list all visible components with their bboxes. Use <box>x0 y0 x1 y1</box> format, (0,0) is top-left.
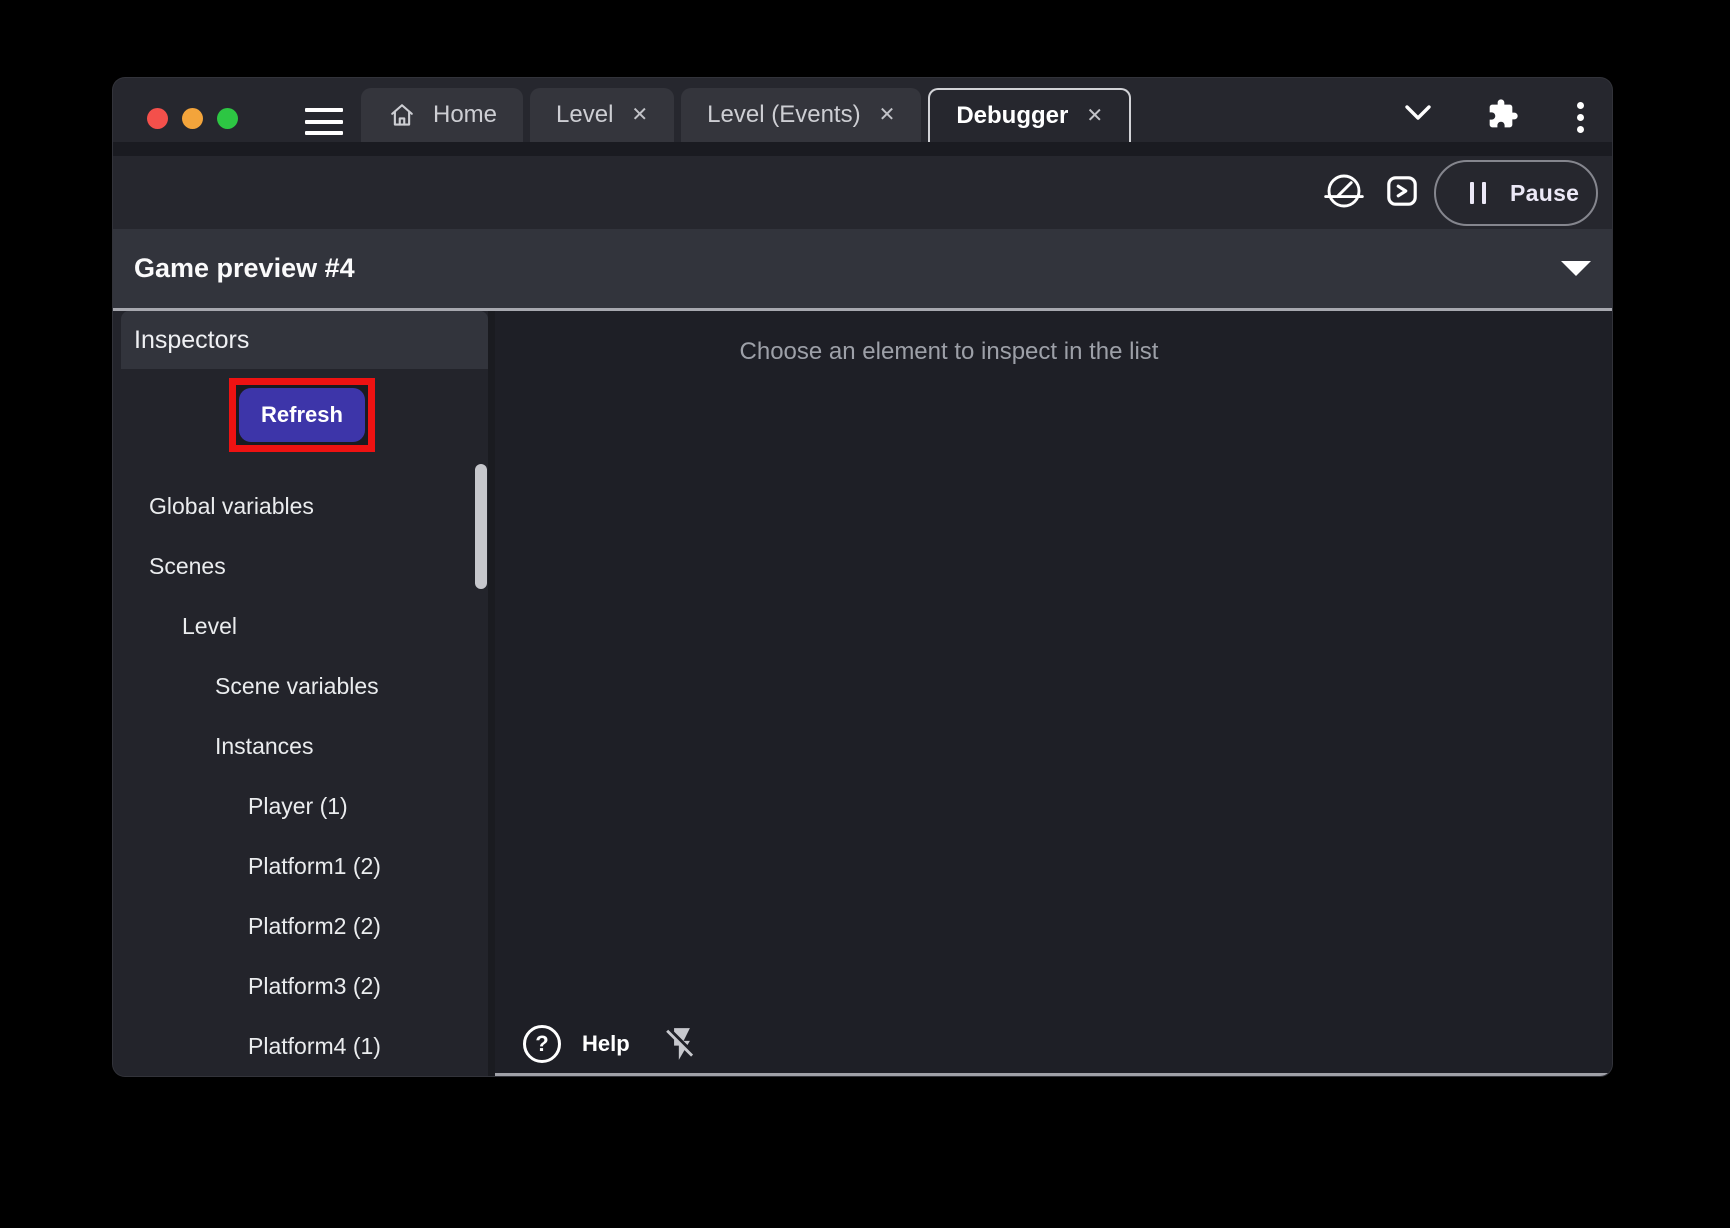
tree-item-player-1[interactable]: Player (1) <box>113 776 474 836</box>
tree-item-platform4-1[interactable]: Platform4 (1) <box>113 1016 474 1076</box>
console-icon[interactable] <box>1384 173 1420 214</box>
screen-background: Home Level ✕ Level (Events) ✕ Debugger ✕ <box>0 0 1730 1228</box>
game-preview-title: Game preview #4 <box>134 229 355 308</box>
tree-item-platform3-2[interactable]: Platform3 (2) <box>113 956 474 1016</box>
help-link[interactable]: Help <box>582 1031 630 1057</box>
game-preview-header[interactable]: Game preview #4 <box>113 229 1612 308</box>
refresh-button[interactable]: Refresh <box>239 388 365 442</box>
collapse-caret-icon[interactable] <box>1561 261 1591 276</box>
titlebar-divider <box>113 142 1612 156</box>
main-menu-icon[interactable] <box>305 108 343 135</box>
extensions-puzzle-icon[interactable] <box>1487 98 1519 135</box>
tab-level[interactable]: Level ✕ <box>530 88 674 142</box>
more-options-kebab-icon[interactable] <box>1577 102 1584 133</box>
chevron-down-icon[interactable] <box>1403 102 1433 129</box>
titlebar: Home Level ✕ Level (Events) ✕ Debugger ✕ <box>113 78 1612 142</box>
home-icon <box>387 100 417 130</box>
tab-label: Home <box>433 101 497 129</box>
profiler-gauge-icon[interactable] <box>1324 171 1364 216</box>
tree-item-scenes[interactable]: Scenes <box>113 536 474 596</box>
refresh-annotation-highlight: Refresh <box>229 378 375 452</box>
inspector-main-area: Choose an element to inspect in the list… <box>495 311 1612 1076</box>
pause-button-label: Pause <box>1510 180 1579 207</box>
close-icon[interactable]: ✕ <box>631 105 648 125</box>
tree-item-platform2-2[interactable]: Platform2 (2) <box>113 896 474 956</box>
flash-off-icon[interactable] <box>663 1025 701 1063</box>
inspectors-sidebar: Inspectors Refresh Global variablesScene… <box>113 311 488 1076</box>
inspectors-panel-title: Inspectors <box>121 311 488 369</box>
app-window: Home Level ✕ Level (Events) ✕ Debugger ✕ <box>112 77 1613 1077</box>
minimize-window-button[interactable] <box>182 108 203 129</box>
tree-item-instances[interactable]: Instances <box>113 716 474 776</box>
close-icon[interactable]: ✕ <box>879 105 896 125</box>
tab-label: Level <box>556 101 613 129</box>
tab-label: Debugger <box>956 102 1068 130</box>
pause-button[interactable]: Pause <box>1434 160 1598 226</box>
tab-level-events[interactable]: Level (Events) ✕ <box>681 88 921 142</box>
pause-icon <box>1470 182 1486 204</box>
maximize-window-button[interactable] <box>217 108 238 129</box>
empty-state-message: Choose an element to inspect in the list <box>719 335 1179 369</box>
close-icon[interactable]: ✕ <box>1086 106 1103 126</box>
tree-item-global-variables[interactable]: Global variables <box>113 476 474 536</box>
inspectors-tree: Global variablesScenesLevelScene variabl… <box>113 476 474 1076</box>
main-bottom-border <box>495 1073 1612 1076</box>
tree-item-level[interactable]: Level <box>113 596 474 656</box>
help-row: ? Help <box>523 1025 701 1063</box>
debugger-toolbar: Pause <box>113 156 1612 229</box>
sidebar-main-divider <box>488 311 495 1076</box>
tree-item-platform1-2[interactable]: Platform1 (2) <box>113 836 474 896</box>
debugger-content: Inspectors Refresh Global variablesScene… <box>113 311 1612 1076</box>
help-question-icon[interactable]: ? <box>523 1025 561 1063</box>
tab-debugger[interactable]: Debugger ✕ <box>928 88 1131 142</box>
close-window-button[interactable] <box>147 108 168 129</box>
tab-bar: Home Level ✕ Level (Events) ✕ Debugger ✕ <box>361 88 1131 142</box>
tab-home[interactable]: Home <box>361 88 523 142</box>
tab-label: Level (Events) <box>707 101 860 129</box>
sidebar-scrollbar-thumb[interactable] <box>475 464 487 589</box>
tree-item-scene-variables[interactable]: Scene variables <box>113 656 474 716</box>
